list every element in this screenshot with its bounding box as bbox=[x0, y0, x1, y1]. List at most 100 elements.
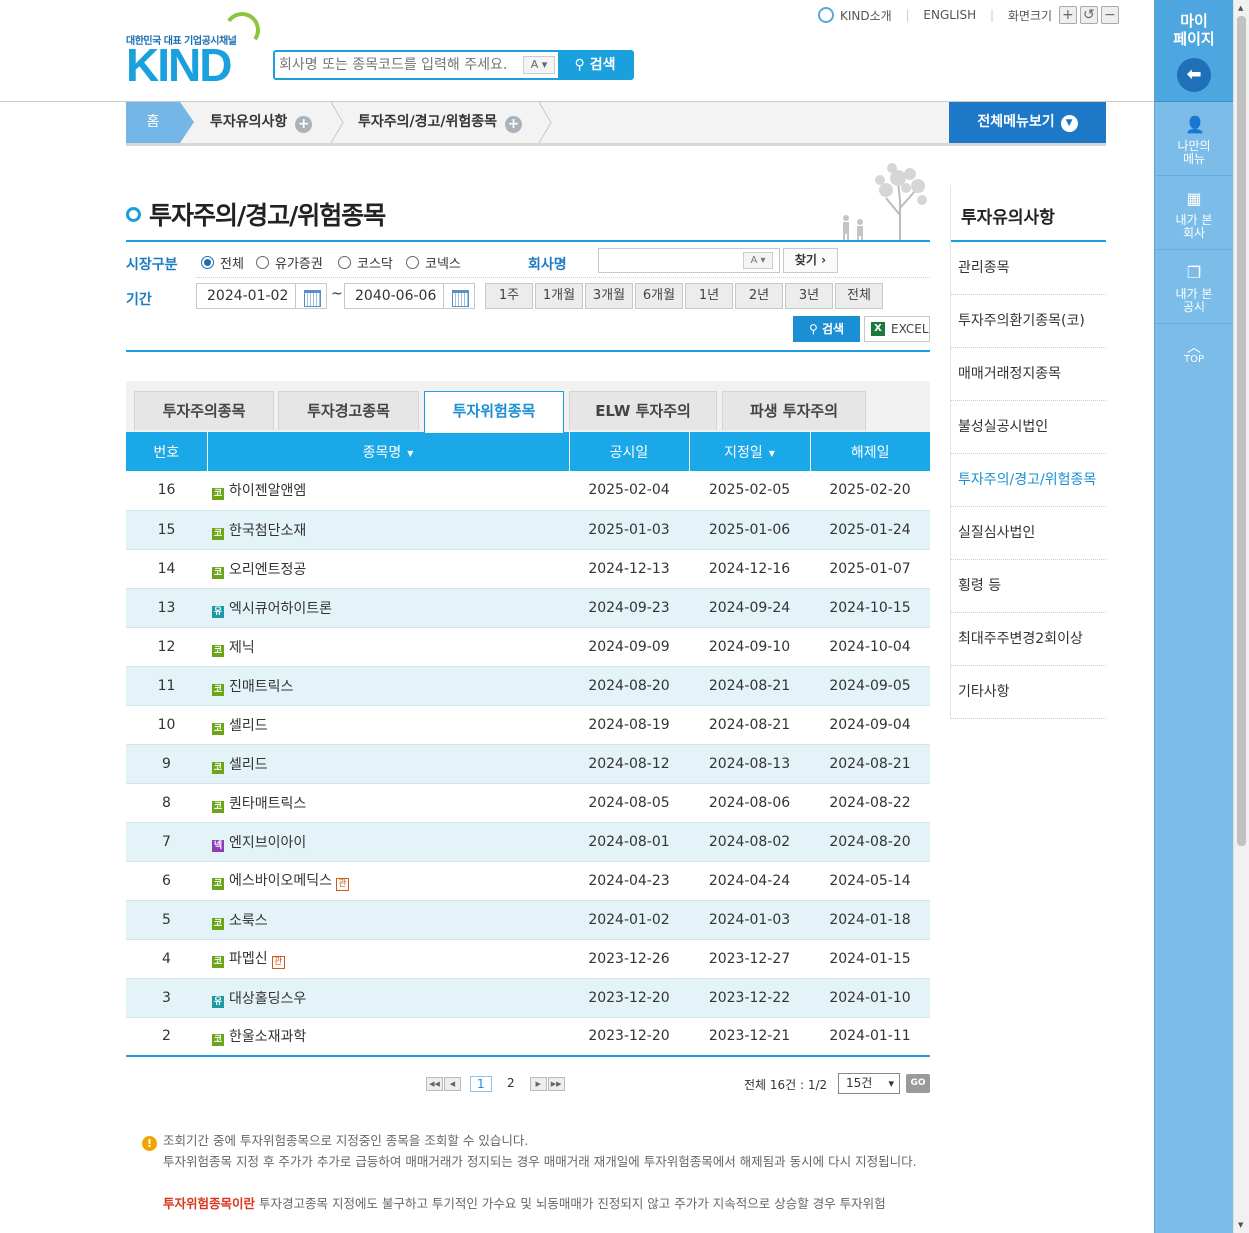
scrollbar[interactable]: ▲ ▼ bbox=[1233, 0, 1249, 1233]
last-page-icon[interactable]: ▶▶ bbox=[547, 1077, 565, 1091]
my-menu-button[interactable]: 👤 나만의 메뉴 bbox=[1155, 102, 1233, 176]
company-link[interactable]: 제닉 bbox=[229, 640, 255, 656]
company-link[interactable]: 대상홀딩스우 bbox=[229, 991, 306, 1007]
period-1m-button[interactable]: 1개월 bbox=[535, 283, 583, 309]
period-all-button[interactable]: 전체 bbox=[835, 283, 883, 309]
side-menu-item-caution-warning-risk[interactable]: 투자주의/경고/위험종목 bbox=[951, 454, 1106, 507]
col-header-name[interactable]: 종목명 ▼ bbox=[206, 432, 569, 471]
link-about[interactable]: KIND소개 bbox=[840, 7, 892, 24]
period-3m-button[interactable]: 3개월 bbox=[585, 283, 633, 309]
company-link[interactable]: 한울소재과학 bbox=[229, 1029, 306, 1045]
side-menu-item-embezzlement[interactable]: 횡령 등 bbox=[951, 560, 1106, 613]
breadcrumb-level2-label: 투자주의/경고/위험종목 bbox=[358, 114, 498, 130]
tab-elw-caution[interactable]: ELW 투자주의 bbox=[569, 391, 717, 430]
sort-down-icon[interactable]: ▼ bbox=[407, 449, 413, 458]
cell-notice-date: 2024-08-19 bbox=[569, 705, 689, 745]
date-to-field[interactable]: 2040-06-06 bbox=[344, 283, 444, 309]
page-size-select[interactable]: 15건 bbox=[838, 1073, 900, 1094]
side-menu-item-substantive-review[interactable]: 실질심사법인 bbox=[951, 507, 1106, 560]
company-link[interactable]: 셀리드 bbox=[229, 757, 268, 773]
scrollbar-thumb[interactable] bbox=[1237, 16, 1246, 846]
zoom-in-button[interactable]: + bbox=[1058, 6, 1077, 24]
company-link[interactable]: 퀀타매트릭스 bbox=[229, 796, 306, 812]
cell-release-date: 2024-01-11 bbox=[810, 1017, 930, 1057]
link-english[interactable]: ENGLISH bbox=[923, 8, 976, 22]
company-link[interactable]: 엔지브이아이 bbox=[229, 835, 306, 851]
scroll-up-icon[interactable]: ▲ bbox=[1238, 4, 1243, 12]
table-row: 4 코 파멥신 관 2023-12-26 2023-12-27 2024-01-15 bbox=[126, 939, 930, 979]
table-row: 3 유 대상홀딩스우 2023-12-20 2023-12-22 2024-01-10 bbox=[126, 978, 930, 1018]
company-link[interactable]: 파멥신 bbox=[229, 951, 268, 967]
col-header-designated-date[interactable]: 지정일 ▼ bbox=[688, 432, 810, 471]
period-1w-button[interactable]: 1주 bbox=[485, 283, 533, 309]
company-link[interactable]: 하이젠알앤엠 bbox=[229, 483, 306, 499]
excel-button[interactable]: EXCEL bbox=[864, 316, 930, 342]
radio-market-kosdaq[interactable]: 코스닥 bbox=[338, 253, 393, 272]
viewed-company-button[interactable]: ▦ 내가 본 회사 bbox=[1155, 176, 1233, 250]
company-link[interactable]: 소룩스 bbox=[229, 913, 268, 929]
side-menu-item-etc[interactable]: 기타사항 bbox=[951, 666, 1106, 719]
cell-name: 코 셀리드 bbox=[207, 744, 569, 784]
global-search-button[interactable]: ⚲ 검색 bbox=[558, 52, 632, 78]
radio-market-kospi[interactable]: 유가증권 bbox=[256, 253, 323, 272]
company-link[interactable]: 엑시큐어하이트론 bbox=[229, 601, 332, 617]
plus-icon[interactable]: + bbox=[505, 116, 523, 133]
scroll-down-icon[interactable]: ▼ bbox=[1238, 1221, 1243, 1229]
breadcrumb-level2[interactable]: 투자주의/경고/위험종목 + bbox=[358, 102, 523, 143]
next-page-icon[interactable]: ▶ bbox=[529, 1077, 547, 1091]
company-link[interactable]: 셀리드 bbox=[229, 718, 268, 734]
note-line-2: 투자위험종목 지정 후 주가가 추가로 급등하여 매매거래가 정지되는 경우 매… bbox=[163, 1154, 917, 1169]
zoom-reset-button[interactable]: ↺ bbox=[1079, 6, 1098, 24]
breadcrumb-level1-label: 투자유의사항 bbox=[210, 114, 288, 130]
company-field[interactable]: A ▾ bbox=[598, 248, 780, 273]
cell-notice-date: 2023-12-20 bbox=[569, 1017, 689, 1057]
search-button[interactable]: ⚲ 검색 bbox=[793, 316, 860, 342]
radio-market-konex[interactable]: 코넥스 bbox=[406, 253, 461, 272]
kind-logo[interactable]: 대한민국 대표 기업공시채널 KIND bbox=[126, 9, 266, 91]
side-menu-item-caution-alert[interactable]: 투자주의환기종목(코) bbox=[951, 295, 1106, 348]
side-menu-item-unfaithful[interactable]: 불성실공시법인 bbox=[951, 401, 1106, 454]
page-link-current[interactable]: 1 bbox=[469, 1076, 492, 1092]
side-menu-item-managed[interactable]: 관리종목 bbox=[951, 242, 1106, 295]
company-link[interactable]: 진매트릭스 bbox=[229, 679, 293, 695]
calendar-icon[interactable] bbox=[295, 283, 327, 309]
period-6m-button[interactable]: 6개월 bbox=[635, 283, 683, 309]
company-link[interactable]: 한국첨단소재 bbox=[229, 523, 306, 539]
tab-caution[interactable]: 투자주의종목 bbox=[134, 391, 274, 430]
global-search-input[interactable] bbox=[279, 54, 515, 76]
period-2y-button[interactable]: 2년 bbox=[735, 283, 783, 309]
market-label: 시장구분 bbox=[126, 257, 178, 273]
sort-down-icon[interactable]: ▼ bbox=[769, 449, 775, 458]
go-button[interactable]: GO bbox=[906, 1074, 930, 1093]
breadcrumb-level1[interactable]: 투자유의사항 + bbox=[210, 102, 313, 143]
company-link[interactable]: 오리엔트정공 bbox=[229, 562, 306, 578]
radio-market-all[interactable]: 전체 bbox=[201, 253, 244, 272]
tab-risk[interactable]: 투자위험종목 bbox=[424, 391, 564, 433]
find-button[interactable]: 찾기 › bbox=[783, 248, 838, 273]
tab-derivative-caution[interactable]: 파생 투자주의 bbox=[722, 391, 866, 430]
all-menu-button[interactable]: 전체메뉴보기 ▼ bbox=[949, 102, 1106, 143]
date-from-field[interactable]: 2024-01-02 bbox=[196, 283, 296, 309]
arrow-left-icon[interactable]: ⬅ bbox=[1177, 58, 1211, 92]
company-link[interactable]: 에스바이오메딕스 bbox=[229, 873, 332, 889]
side-menu-item-major-shareholder[interactable]: 최대주주변경2회이상 bbox=[951, 613, 1106, 666]
company-autocomplete-toggle[interactable]: A ▾ bbox=[743, 252, 773, 269]
period-1y-button[interactable]: 1년 bbox=[685, 283, 733, 309]
page-link[interactable]: 2 bbox=[500, 1076, 522, 1092]
calendar-icon[interactable] bbox=[443, 283, 475, 309]
tab-warning[interactable]: 투자경고종목 bbox=[278, 391, 419, 430]
viewed-disclosure-button[interactable]: ❐ 내가 본 공시 bbox=[1155, 250, 1233, 324]
zoom-out-button[interactable]: − bbox=[1100, 6, 1119, 24]
first-page-icon[interactable]: ◀◀ bbox=[426, 1077, 443, 1091]
cell-no: 2 bbox=[126, 1017, 207, 1057]
side-menu-item-trading-halt[interactable]: 매매거래정지종목 bbox=[951, 348, 1106, 401]
breadcrumb-home[interactable]: 홈 bbox=[126, 102, 194, 143]
autocomplete-toggle[interactable]: A ▾ bbox=[523, 56, 555, 74]
period-3y-button[interactable]: 3년 bbox=[785, 283, 833, 309]
my-page-panel[interactable]: 마이 페이지 ⬅ bbox=[1155, 0, 1233, 102]
prev-page-icon[interactable]: ◀ bbox=[444, 1077, 461, 1091]
plus-icon[interactable]: + bbox=[295, 116, 313, 133]
top-button[interactable]: ︿ TOP bbox=[1155, 324, 1233, 384]
search-button-label: 검색 bbox=[821, 322, 845, 336]
cell-designated-date: 2025-02-05 bbox=[689, 471, 810, 511]
